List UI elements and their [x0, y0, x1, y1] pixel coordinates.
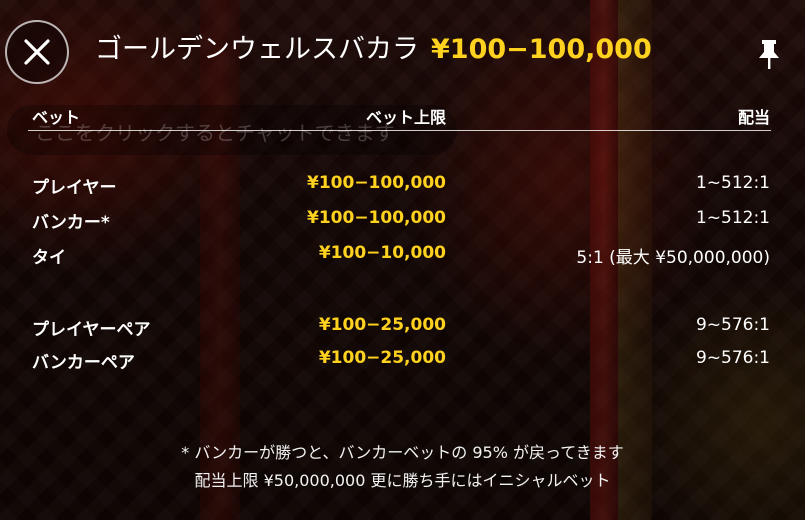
- column-header-payout: 配当: [737, 108, 770, 127]
- bet-payout: 9~576:1: [695, 315, 770, 335]
- pin-icon: [759, 40, 779, 69]
- table-row: プレイヤー ¥100−100,000 1~512:1: [0, 173, 805, 201]
- header-divider: [28, 130, 771, 131]
- bet-name: タイ: [32, 248, 66, 268]
- table-limit: ¥100−100,000: [431, 34, 652, 65]
- column-header-bet: ベット: [32, 108, 81, 127]
- bet-payout: 5:1 (最大 ¥50,000,000): [576, 248, 770, 268]
- bet-name: プレイヤーペア: [32, 320, 151, 340]
- footnote-banker: * バンカーが勝つと、バンカーベットの 95% が戻ってきます: [181, 443, 624, 462]
- table-row: バンカー* ¥100−100,000 1~512:1: [0, 208, 805, 236]
- bet-name: バンカー*: [32, 213, 110, 233]
- bet-limit: ¥100−10,000: [318, 243, 446, 263]
- table-row: バンカーペア ¥100−25,000 9~576:1: [0, 348, 805, 376]
- bet-name: プレイヤー: [32, 178, 117, 198]
- column-header-limit: ベット上限: [365, 108, 446, 127]
- bet-name: バンカーペア: [32, 353, 135, 373]
- bet-payout: 1~512:1: [695, 173, 770, 193]
- close-icon: [24, 39, 50, 65]
- pin-button[interactable]: [754, 36, 784, 72]
- bet-limit: ¥100−100,000: [307, 173, 446, 193]
- table-row: プレイヤーペア ¥100−25,000 9~576:1: [0, 315, 805, 343]
- page-title: ゴールデンウェルスバカラ ¥100−100,000: [95, 32, 652, 68]
- footnote-payout-cap: 配当上限 ¥50,000,000 更に勝ち手にはイニシャルベット: [194, 471, 611, 490]
- bet-payout: 1~512:1: [695, 208, 770, 228]
- table-row: タイ ¥100−10,000 5:1 (最大 ¥50,000,000): [0, 243, 805, 271]
- bet-limit: ¥100−25,000: [318, 315, 446, 335]
- bet-payout: 9~576:1: [695, 348, 770, 368]
- close-button[interactable]: [5, 20, 69, 84]
- bet-limit: ¥100−100,000: [307, 208, 446, 228]
- bet-limit: ¥100−25,000: [318, 348, 446, 368]
- game-name: ゴールデンウェルスバカラ: [95, 34, 419, 65]
